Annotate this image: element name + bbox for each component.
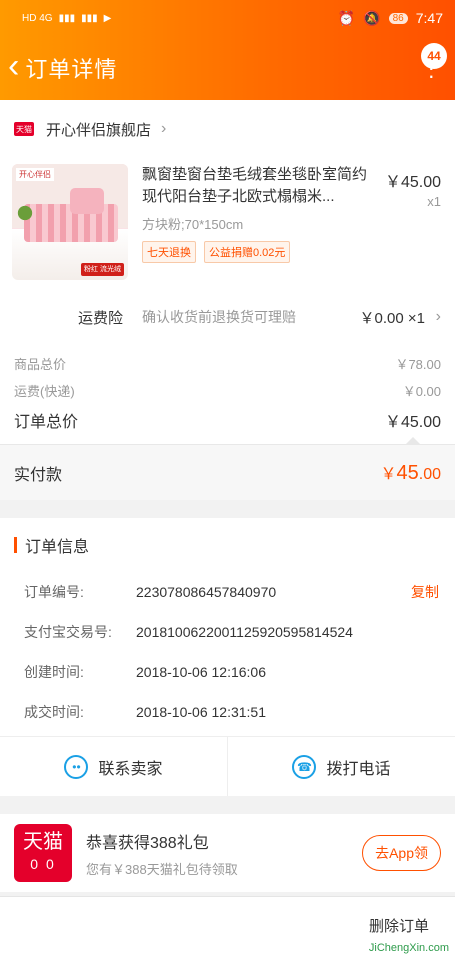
goods-total-label: 商品总价	[14, 357, 67, 372]
alarm-icon: ⏰	[337, 9, 356, 26]
signal-icon: ▮▮▮	[58, 12, 76, 24]
insurance-desc: 确认收货前退换货可理赔	[142, 309, 296, 325]
back-arrow-icon[interactable]: ‹	[8, 49, 19, 83]
order-number-label: 订单编号:	[24, 584, 84, 600]
alipay-trade-row: 支付宝交易号: 2018100622001125920595814524	[0, 612, 455, 652]
page-title: 订单详情	[25, 57, 118, 82]
go-app-button[interactable]: 去App领	[362, 835, 441, 871]
promo-title: 恭喜获得388礼包	[86, 834, 209, 852]
goods-total-value: ￥78.00	[395, 357, 441, 372]
paid-row: 实付款 ￥45.00	[0, 437, 455, 500]
bottom-bar: 删除订单 JiChengXin.com	[0, 896, 455, 960]
thumb-tag: 粉红 流光绒	[81, 263, 124, 276]
section-gap	[0, 796, 455, 814]
order-number-value: 223078086457840970	[136, 584, 277, 600]
header: HD 4G ▮▮▮ ▮▮▮ ▶ ⏰ 🔕 86 7:47 ‹ 订单详情 44 · ·	[0, 0, 455, 100]
thumb-brand: 开心伴侣	[16, 168, 54, 181]
shipping-value: ￥0.00	[402, 384, 441, 399]
tag-seven-day-return: 七天退换	[142, 241, 196, 263]
insurance-label: 运费险	[78, 309, 124, 327]
shipping-insurance-row[interactable]: 运费险 确认收货前退换货可理赔 ￥0.00 ×1 ›	[0, 284, 455, 350]
shipping-label: 运费(快递)	[14, 384, 75, 399]
product-item[interactable]: 开心伴侣 粉红 流光绒 飘窗垫窗台垫毛绒套坐毯卧室简约现代阳台垫子北欧式榻榻米.…	[0, 158, 455, 284]
shop-name: 开心伴侣旗舰店	[46, 121, 152, 139]
thumb-plant	[16, 198, 34, 228]
product-thumbnail[interactable]: 开心伴侣 粉红 流光绒	[12, 164, 128, 280]
deal-time-row: 成交时间: 2018-10-06 12:31:51	[0, 692, 455, 732]
status-bar: HD 4G ▮▮▮ ▮▮▮ ▶ ⏰ 🔕 86 7:47	[0, 0, 455, 36]
contact-seller-label: 联系卖家	[98, 760, 163, 778]
paid-decimals: .00	[418, 466, 441, 483]
alipay-trade-label: 支付宝交易号:	[24, 624, 112, 640]
status-right: ⏰ 🔕 86 7:47	[338, 10, 443, 27]
promo-banner[interactable]: 天猫 0 0 恭喜获得388礼包 您有￥388天猫礼包待领取 去App领	[0, 814, 455, 892]
product-sku: 方块粉;70*150cm	[142, 217, 244, 232]
signal-icon-2: ▮▮▮	[81, 12, 98, 24]
deal-time-value: 2018-10-06 12:31:51	[136, 704, 266, 720]
section-gap	[0, 500, 455, 518]
promo-logo-text: 天猫	[23, 831, 63, 853]
watermark: JiChengXin.com	[368, 942, 449, 954]
order-number-row: 订单编号: 223078086457840970 复制	[0, 572, 455, 612]
battery-indicator: 86	[388, 12, 408, 24]
phone-icon: ☎	[292, 754, 317, 779]
network-indicator: HD 4G	[22, 12, 53, 24]
tag-charity: 公益捐赠0.02元	[204, 241, 291, 263]
insurance-price: ￥0.00 ×1	[359, 309, 425, 327]
paid-label: 实付款	[14, 466, 63, 484]
order-card: 天猫 开心伴侣旗舰店 › 开心伴侣 粉红 流光绒 飘窗垫窗台垫毛绒套坐毯卧室简约…	[0, 100, 455, 500]
paid-amount: 45	[396, 462, 419, 484]
clock: 7:47	[415, 10, 443, 26]
product-tags: 七天退换 公益捐赠0.02元	[142, 241, 441, 263]
more-menu-icon[interactable]: · ·	[428, 57, 435, 87]
paid-currency: ￥	[380, 466, 397, 483]
video-icon: ▶	[103, 12, 112, 24]
promo-text: 恭喜获得388礼包 您有￥388天猫礼包待领取	[86, 829, 238, 878]
order-total-row: 订单总价 ￥45.00	[14, 404, 441, 436]
chevron-right-icon: ›	[435, 308, 441, 325]
contact-seller-button[interactable]: •• 联系卖家	[0, 737, 227, 796]
order-total-label: 订单总价	[14, 414, 79, 431]
product-name: 飘窗垫窗台垫毛绒套坐毯卧室简约现代阳台垫子北欧式榻榻米...	[142, 166, 368, 205]
order-info-card: 订单信息 订单编号: 223078086457840970 复制 支付宝交易号:…	[0, 518, 455, 796]
created-time-row: 创建时间: 2018-10-06 12:16:06	[0, 652, 455, 692]
mute-icon: 🔕	[363, 9, 381, 26]
call-phone-label: 拨打电话	[326, 760, 391, 778]
tmall-promo-logo: 天猫 0 0	[14, 824, 72, 882]
alipay-trade-value: 2018100622001125920595814524	[136, 624, 353, 640]
accent-bar	[14, 537, 17, 553]
product-price: ￥45.00	[384, 174, 441, 191]
chat-icon: ••	[64, 754, 89, 779]
thumb-pillow	[70, 188, 104, 214]
product-info: 飘窗垫窗台垫毛绒套坐毯卧室简约现代阳台垫子北欧式榻榻米... ￥45.00 x1…	[128, 164, 441, 284]
price-summary: 商品总价 ￥78.00 运费(快递) ￥0.00 订单总价 ￥45.00	[0, 350, 455, 436]
order-info-title: 订单信息	[0, 518, 455, 572]
promo-subtitle: 您有￥388天猫礼包待领取	[86, 861, 238, 877]
summary-row: 商品总价 ￥78.00	[14, 350, 441, 377]
status-left: HD 4G ▮▮▮ ▮▮▮ ▶	[22, 13, 111, 24]
tmall-icon: 天猫	[14, 122, 34, 136]
deal-time-label: 成交时间:	[24, 704, 84, 720]
delete-order-button[interactable]: 删除订单	[369, 915, 429, 936]
contact-bar: •• 联系卖家 ☎ 拨打电话	[0, 736, 455, 796]
order-info-heading: 订单信息	[25, 539, 90, 556]
summary-row: 运费(快递) ￥0.00	[14, 377, 441, 404]
chevron-right-icon: ›	[161, 120, 167, 137]
product-quantity: x1	[427, 194, 441, 209]
navbar: ‹ 订单详情	[0, 36, 455, 100]
copy-button[interactable]: 复制	[411, 582, 439, 602]
shop-row[interactable]: 天猫 开心伴侣旗舰店 ›	[0, 100, 455, 158]
created-time-label: 创建时间:	[24, 664, 84, 680]
order-total-value: ￥45.00	[384, 414, 441, 431]
promo-logo-sub: 0 0	[30, 856, 56, 872]
paid-value: ￥45.00	[380, 460, 441, 485]
created-time-value: 2018-10-06 12:16:06	[136, 664, 266, 680]
call-phone-button[interactable]: ☎ 拨打电话	[227, 737, 455, 796]
